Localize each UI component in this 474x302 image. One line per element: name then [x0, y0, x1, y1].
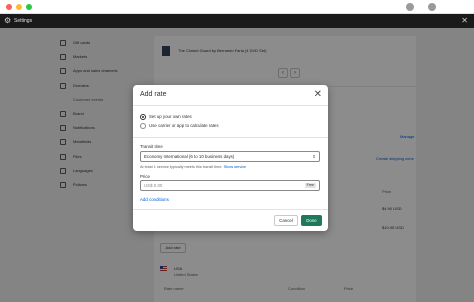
radio-label: Use carrier or app to calculate rates — [149, 123, 219, 128]
show-service-link[interactable]: Show service — [224, 165, 247, 169]
settings-header: ⚙ Settings ✕ — [0, 14, 474, 28]
radio-carrier-rates[interactable]: Use carrier or app to calculate rates — [140, 122, 219, 129]
transit-time-label: Transit time — [140, 144, 163, 149]
currency-prefix: US$ — [144, 183, 153, 188]
done-button[interactable]: Done — [301, 215, 322, 226]
modal-title: Add rate — [140, 91, 167, 98]
radio-button[interactable] — [140, 122, 146, 129]
add-conditions-link[interactable]: Add conditions — [140, 197, 169, 202]
radio-button-selected[interactable] — [140, 113, 146, 120]
page-title: Settings — [14, 18, 33, 24]
transit-time-value: Economy International (6 to 10 business … — [144, 154, 235, 159]
modal-header: Add rate ✕ — [133, 85, 328, 106]
radio-label: Set up your own rates — [149, 114, 192, 119]
close-icon[interactable]: ✕ — [461, 16, 468, 26]
notifications-icon[interactable] — [406, 3, 414, 11]
modal-footer: Cancel Done — [133, 209, 328, 231]
price-value: 0.00 — [153, 183, 163, 188]
divider — [133, 137, 328, 138]
transit-help: At least 1 service typically meets this … — [140, 165, 223, 169]
add-rate-modal: Add rate ✕ Set up your own rates Use car… — [133, 85, 328, 231]
cancel-button[interactable]: Cancel — [274, 215, 298, 226]
minimize-window-button[interactable] — [16, 4, 22, 10]
window-titlebar — [0, 0, 474, 14]
close-window-button[interactable] — [6, 4, 12, 10]
maximize-window-button[interactable] — [26, 4, 32, 10]
transit-help-text: At least 1 service typically meets this … — [140, 165, 246, 169]
select-arrows-icon: ⇕ — [312, 154, 316, 159]
transit-time-select[interactable]: Economy International (6 to 10 business … — [140, 151, 320, 162]
free-badge: Free — [304, 183, 316, 188]
price-input[interactable]: US$ 0.00 Free — [140, 180, 320, 191]
close-icon[interactable]: ✕ — [314, 89, 322, 100]
radio-own-rates[interactable]: Set up your own rates — [140, 113, 192, 120]
gear-icon: ⚙ — [4, 16, 12, 25]
avatar[interactable] — [428, 3, 436, 11]
price-label: Price — [140, 174, 151, 179]
